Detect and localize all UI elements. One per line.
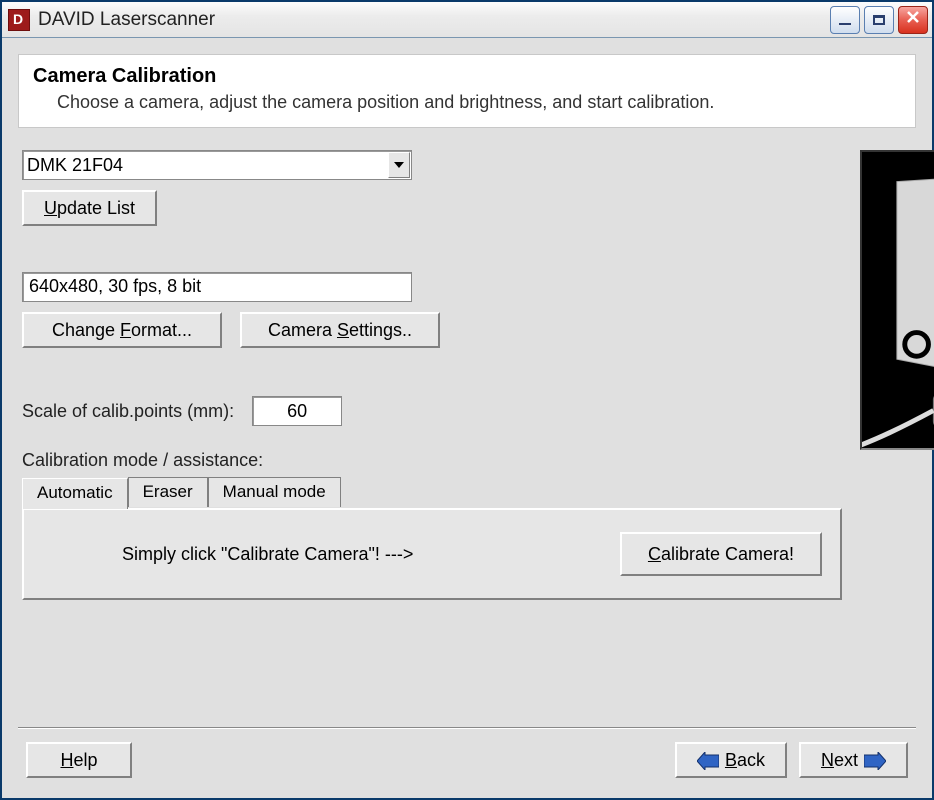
camera-settings-button[interactable]: Camera Settings.. [240,312,440,348]
help-hotkey: H [60,750,73,770]
maximize-button[interactable] [864,6,894,34]
tab-eraser[interactable]: Eraser [128,477,208,507]
close-icon [906,10,920,29]
left-column: DMK 21F04 Update List 640x480, 30 fps, 8… [22,150,860,727]
calibrate-camera-button[interactable]: Calibrate Camera! [620,532,822,576]
settings-hotkey: S [337,320,349,340]
client-area: Camera Calibration Choose a camera, adju… [2,38,932,798]
window-title: DAVID Laserscanner [38,9,830,31]
help-button[interactable]: Help [26,742,132,778]
title-button-group [830,6,928,34]
update-list-button[interactable]: Update List [22,190,157,226]
calibration-mode-label: Calibration mode / assistance: [22,450,263,470]
update-list-label-rest: pdate List [57,198,135,218]
format-display: 640x480, 30 fps, 8 bit [22,272,412,302]
close-button[interactable] [898,6,928,34]
tab-automatic[interactable]: Automatic [22,478,128,509]
next-button[interactable]: Next [799,742,908,778]
calibrate-hotkey: C [648,544,661,564]
minimize-icon [839,23,851,25]
update-list-hotkey: U [44,198,57,218]
calibration-hint: Simply click "Calibrate Camera"! ---> [122,544,413,565]
tab-manual[interactable]: Manual mode [208,477,341,507]
page-title: Camera Calibration [33,65,901,88]
invert-row: Invert [860,464,934,485]
camera-select[interactable]: DMK 21F04 [22,150,412,180]
back-arrow-icon [697,750,719,771]
dropdown-arrow-icon [388,152,410,178]
next-hotkey: N [821,750,834,770]
maximize-icon [873,15,885,25]
right-column: Invert [860,150,934,727]
camera-preview [860,150,934,450]
calibration-tabs: Automatic Eraser Manual mode [22,477,842,508]
back-hotkey: B [725,750,737,770]
change-format-button[interactable]: Change Format... [22,312,222,348]
calibration-panel-illustration [862,152,934,448]
camera-select-value: DMK 21F04 [27,155,123,176]
tab-panel: Simply click "Calibrate Camera"! ---> Ca… [22,508,842,600]
content-area: DMK 21F04 Update List 640x480, 30 fps, 8… [18,128,916,727]
back-button[interactable]: Back [675,742,787,778]
app-icon [8,9,30,31]
title-bar: DAVID Laserscanner [2,2,932,38]
next-arrow-icon [864,750,886,771]
wizard-nav: Help Back Next [18,728,916,782]
page-subtitle: Choose a camera, adjust the camera posit… [57,92,901,113]
scale-input[interactable] [252,396,342,426]
app-window: DAVID Laserscanner Camera Calibration Ch… [0,0,934,800]
page-heading: Camera Calibration Choose a camera, adju… [18,54,916,128]
scale-label: Scale of calib.points (mm): [22,401,234,422]
minimize-button[interactable] [830,6,860,34]
change-format-hotkey: F [120,320,131,340]
